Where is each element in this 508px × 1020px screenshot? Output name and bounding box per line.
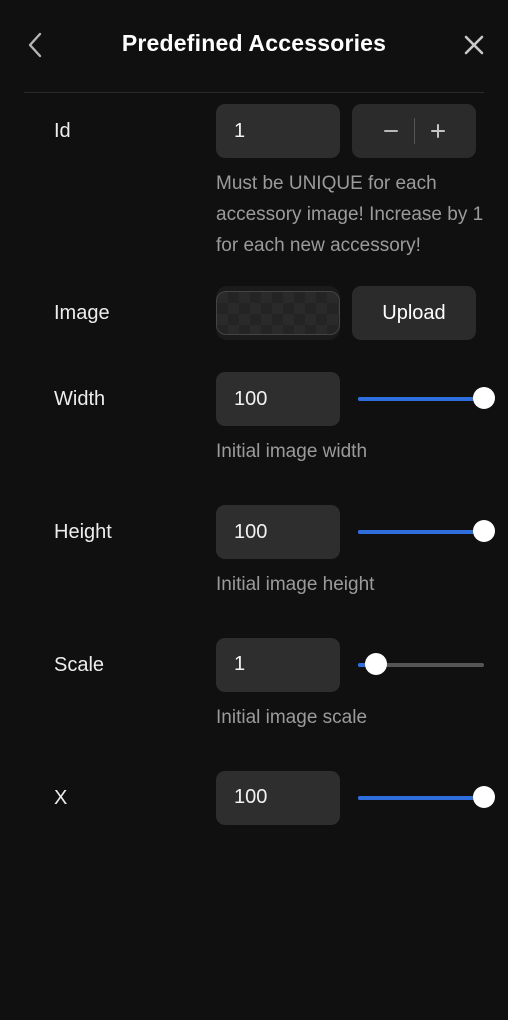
id-stepper[interactable]: [352, 104, 476, 158]
field-helper-width: Initial image width: [216, 441, 368, 463]
field-row-width: Width: [0, 369, 508, 429]
scale-slider[interactable]: [358, 652, 484, 678]
field-label-image: Image: [54, 302, 110, 325]
height-slider[interactable]: [358, 519, 495, 545]
field-helper-id: Must be UNIQUE for each accessory image!…: [216, 173, 484, 256]
field-control-scale: [216, 637, 486, 692]
upload-button[interactable]: Upload: [352, 286, 476, 341]
field-label-scale: Scale: [54, 653, 105, 676]
predefined-accessories-panel: Predefined Accessories Id 1 Must be UNIQ…: [0, 0, 508, 1020]
field-row-scale: Scale: [0, 635, 508, 695]
height-slider-fill: [358, 530, 484, 535]
scale-input[interactable]: [216, 637, 340, 692]
field-helper-scale: Initial image scale: [216, 706, 368, 728]
field-row-height: Height: [0, 502, 508, 562]
height-slider-knob[interactable]: [473, 520, 495, 543]
panel-header: Predefined Accessories: [0, 0, 508, 93]
field-row-image: Image Upload: [0, 283, 508, 343]
id-input[interactable]: [216, 104, 340, 158]
accessory-form: Id 1 Must be UNIQUE for each accessory i…: [0, 93, 508, 1020]
x-slider[interactable]: [358, 785, 495, 811]
close-button[interactable]: [454, 25, 494, 65]
width-slider-knob[interactable]: [473, 387, 495, 410]
scale-slider-knob[interactable]: [364, 652, 387, 675]
width-input[interactable]: [216, 372, 340, 427]
field-label-height: Height: [54, 521, 112, 544]
checkerboard-icon: [216, 291, 340, 336]
image-preview[interactable]: [216, 286, 340, 341]
field-row-x: X: [0, 768, 508, 828]
minus-icon: [382, 122, 400, 140]
field-row-id: Id: [0, 101, 508, 161]
field-label-x: X: [54, 786, 68, 809]
field-control-height: [216, 505, 495, 560]
x-slider-knob[interactable]: [473, 785, 495, 808]
id-decrement-button[interactable]: [368, 104, 414, 158]
plus-icon: [429, 122, 447, 140]
width-slider[interactable]: [358, 386, 495, 412]
height-input[interactable]: [216, 505, 340, 560]
id-increment-button[interactable]: [415, 104, 461, 158]
field-helper-height: Initial image height: [216, 574, 375, 596]
field-label-width: Width: [54, 388, 106, 411]
x-input[interactable]: [216, 770, 340, 825]
width-slider-fill: [358, 397, 484, 402]
field-control-id: [216, 104, 486, 158]
field-control-x: [216, 770, 495, 825]
close-icon: [463, 34, 485, 56]
field-control-width: [216, 372, 495, 427]
x-slider-fill: [358, 795, 484, 800]
field-control-image: Upload: [216, 286, 486, 341]
field-label-id: Id: [54, 120, 71, 142]
page-title: Predefined Accessories: [121, 30, 387, 56]
